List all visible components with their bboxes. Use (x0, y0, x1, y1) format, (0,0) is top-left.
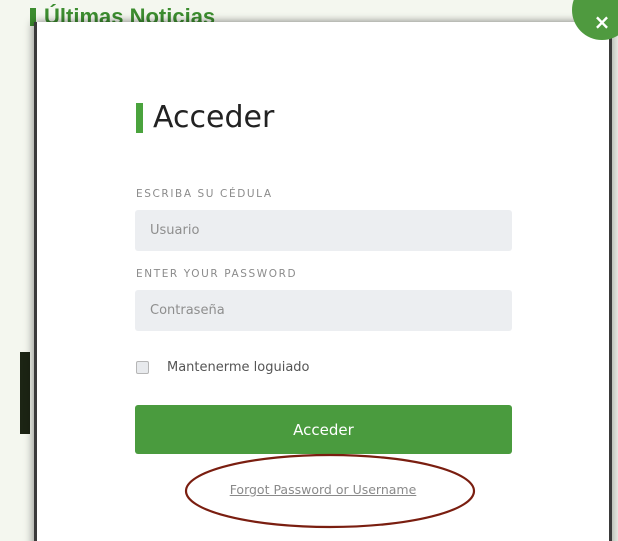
login-title: Acceder (136, 100, 274, 135)
remember-me[interactable]: Mantenerme loguiado (136, 360, 310, 375)
remember-label: Mantenerme loguiado (167, 360, 310, 375)
modal-right-edge (609, 22, 612, 541)
login-submit-button[interactable]: Acceder (135, 405, 512, 454)
background-dark-strip (20, 352, 30, 434)
modal-left-edge (34, 22, 37, 541)
password-input[interactable] (135, 290, 512, 331)
remember-checkbox[interactable] (136, 361, 149, 374)
login-title-text: Acceder (153, 100, 275, 135)
password-label: ENTER YOUR PASSWORD (136, 268, 298, 280)
id-label: ESCRIBA SU CÉDULA (136, 188, 273, 200)
username-input[interactable] (135, 210, 512, 251)
close-icon: × (593, 10, 611, 34)
annotation-ellipse (184, 453, 476, 529)
annotation-ellipse-shape (184, 453, 476, 529)
title-accent-bar (136, 102, 143, 133)
